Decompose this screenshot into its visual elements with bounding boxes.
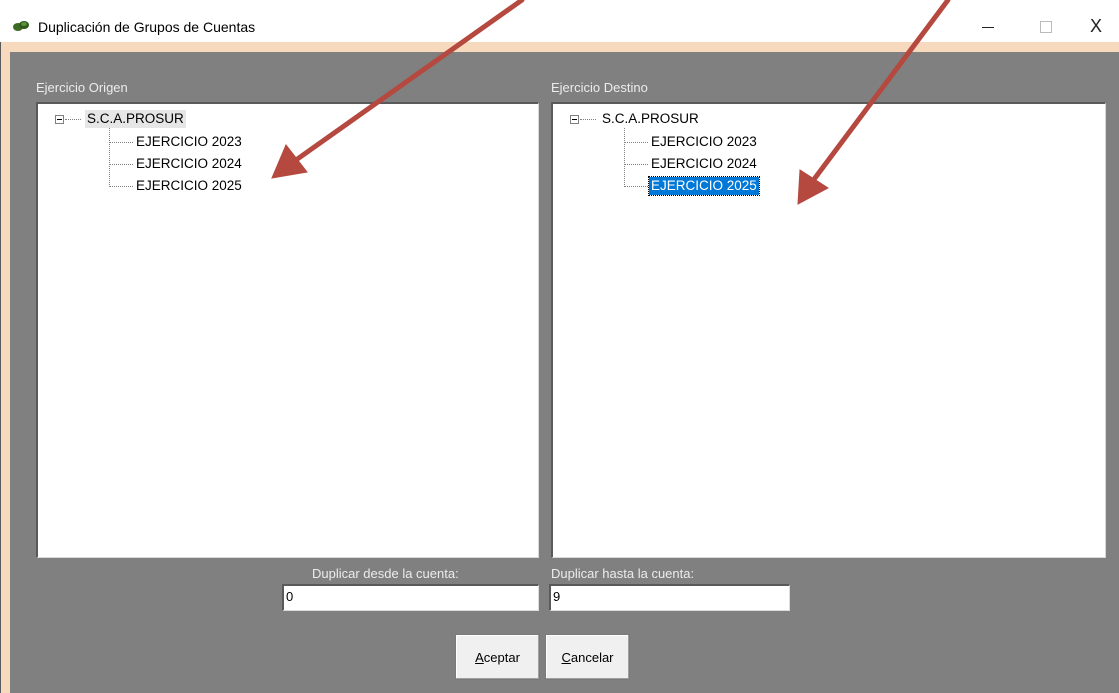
tree-item[interactable]: EJERCICIO 2025 (134, 177, 244, 195)
origin-tree[interactable]: S.C.A.PROSUR EJERCICIO 2023 EJERCICIO 20… (36, 102, 539, 558)
accept-label: ceptar (483, 650, 520, 665)
destination-tree[interactable]: S.C.A.PROSUR EJERCICIO 2023 EJERCICIO 20… (551, 102, 1106, 558)
origin-label: Ejercicio Origen (36, 80, 128, 95)
accept-mnemonic: A (475, 650, 484, 665)
collapse-toggle-icon[interactable] (570, 115, 579, 124)
tree-connector (65, 119, 81, 120)
to-account-input[interactable]: 9 (549, 584, 790, 611)
minimize-icon (982, 26, 994, 28)
from-account-input[interactable]: 0 (282, 584, 539, 611)
app-icon (13, 21, 29, 31)
tree-connector (580, 119, 596, 120)
tree-connector (624, 186, 648, 187)
tree-connector (109, 186, 133, 187)
title-bar: Duplicación de Grupos de Cuentas X (0, 0, 1119, 42)
maximize-button[interactable] (1024, 10, 1068, 42)
cancel-button[interactable]: Cancelar (545, 634, 630, 680)
tree-root-node[interactable]: S.C.A.PROSUR (600, 110, 701, 128)
window-title: Duplicación de Grupos de Cuentas (38, 19, 256, 35)
collapse-toggle-icon[interactable] (55, 115, 64, 124)
tree-item[interactable]: EJERCICIO 2023 (649, 133, 759, 151)
cancel-mnemonic: C (561, 650, 571, 665)
tree-root-node[interactable]: S.C.A.PROSUR (85, 110, 186, 128)
tree-item[interactable]: EJERCICIO 2024 (649, 155, 759, 173)
to-account-label: Duplicar hasta la cuenta: (551, 566, 695, 581)
cancel-label: ancelar (570, 650, 614, 665)
accept-button[interactable]: Aceptar (455, 634, 540, 680)
frame-edge (0, 42, 1, 693)
destination-label: Ejercicio Destino (551, 80, 648, 95)
tree-connector (624, 142, 648, 143)
tree-connector (109, 128, 110, 187)
close-icon: X (1089, 16, 1102, 36)
tree-connector (624, 128, 625, 187)
from-account-label: Duplicar desde la cuenta: (312, 566, 459, 581)
tree-connector (109, 164, 133, 165)
close-button[interactable]: X (1074, 10, 1118, 42)
maximize-icon (1040, 21, 1052, 34)
tree-connector (624, 164, 648, 165)
tree-item[interactable]: EJERCICIO 2024 (134, 155, 244, 173)
tree-item-selected[interactable]: EJERCICIO 2025 (648, 176, 760, 196)
tree-connector (109, 142, 133, 143)
tree-item[interactable]: EJERCICIO 2023 (134, 133, 244, 151)
minimize-button[interactable] (966, 10, 1010, 42)
